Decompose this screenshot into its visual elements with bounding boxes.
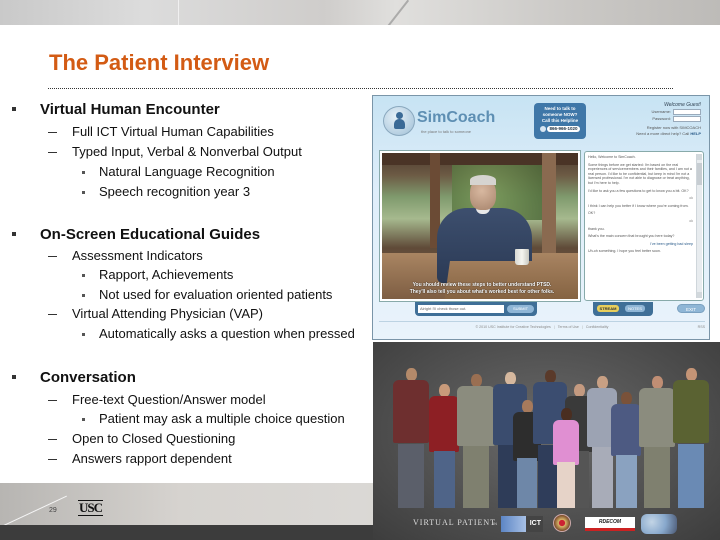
header-band (0, 0, 720, 25)
small-square-bullet-icon (82, 333, 85, 336)
chat-toolbar: STREAM NOTES (593, 302, 653, 316)
stream-button[interactable]: STREAM (597, 305, 619, 312)
help-link[interactable]: HELP (690, 131, 701, 136)
virtual-patient-characters-image: VIRTUAL PATIENT IN ICT RDECOM (373, 342, 720, 540)
chat-message: Uh-oh something. I hope you feel better … (588, 249, 661, 254)
chat-message: Hello, Welcome to SimCoach. (588, 155, 636, 159)
chat-input[interactable]: Alright I'll check those out. (418, 305, 504, 313)
character-figure (611, 392, 641, 508)
chat-message: ok (689, 218, 693, 223)
rss-link[interactable]: RSS (698, 325, 705, 329)
dash-bullet-icon (48, 132, 57, 133)
simcoach-logo: SimCoach the place to talk to someone (383, 106, 495, 141)
header-highlight (178, 0, 179, 25)
small-square-bullet-icon (82, 191, 85, 194)
logo-tagline: the place to talk to someone (421, 129, 472, 134)
helpline-number: 866-966-1020 (547, 126, 580, 132)
login-panel: Welcome Guest! Username: Password: Regis… (626, 102, 701, 137)
confidentiality-link[interactable]: Confidentiality (586, 325, 609, 329)
character-figure (393, 368, 429, 508)
tatrc-logo (641, 514, 677, 534)
title-divider (48, 88, 673, 89)
simcoach-footer: © 2010 USC Institute for Creative Techno… (475, 325, 705, 329)
small-square-bullet-icon (82, 418, 85, 421)
character-figure (553, 408, 579, 508)
small-square-bullet-icon (82, 171, 85, 174)
chat-message: OK? (588, 211, 596, 216)
sponsor-logos: VIRTUAL PATIENT IN ICT RDECOM (373, 512, 720, 536)
password-input[interactable] (673, 116, 701, 122)
virtual-human-video: You should review these steps to better … (380, 151, 580, 301)
character-figure (673, 368, 709, 508)
dash-bullet-icon (48, 256, 57, 257)
page-number: 29 (49, 507, 57, 514)
welcome-text: Welcome Guest! (664, 102, 701, 108)
scroll-down-icon[interactable] (697, 292, 702, 298)
chat-scrollbar[interactable] (696, 154, 702, 298)
simcoach-screenshot: SimCoach the place to talk to someone Ne… (372, 95, 710, 340)
logo-in-text: IN (493, 521, 497, 526)
chat-message: I think I can help you better if I know … (588, 203, 689, 208)
usc-logo: USC (78, 500, 103, 516)
character-figure (429, 384, 459, 508)
character-figure (639, 376, 675, 508)
square-bullet-icon (12, 375, 16, 379)
army-seal-logo (553, 514, 571, 532)
footer-divider (379, 321, 705, 322)
small-square-bullet-icon (82, 294, 85, 297)
chat-message: ok (689, 196, 693, 201)
helpline-box[interactable]: Need to talk to someone NOW? Call this H… (534, 103, 586, 139)
small-square-bullet-icon (82, 274, 85, 277)
scroll-thumb[interactable] (697, 163, 702, 185)
chat-transcript: Hello, Welcome to SimCoach. Some things … (584, 151, 704, 301)
exit-button[interactable]: EXIT (677, 304, 705, 313)
chat-message: I've been getting bad sleep (650, 241, 693, 246)
dash-bullet-icon (48, 152, 57, 153)
dash-bullet-icon (48, 314, 57, 315)
dash-bullet-icon (48, 459, 57, 460)
video-subtitle: You should review these steps to better … (409, 282, 555, 295)
dash-bullet-icon (48, 400, 57, 401)
chat-message: I'd like to ask you a few questions to g… (588, 188, 689, 193)
help-text: Need a more direct help? Call HELP (636, 131, 701, 136)
username-input[interactable] (673, 109, 701, 115)
coffee-mug (515, 249, 529, 265)
person-icon (394, 112, 405, 129)
terms-link[interactable]: Terms of Use (558, 325, 579, 329)
chat-message: thank you. (588, 226, 605, 231)
rdecom-logo: RDECOM (585, 517, 635, 531)
character-figure (457, 374, 495, 508)
chat-message: What's the main concern that brought you… (588, 234, 675, 239)
ict-logo: ICT (501, 516, 543, 532)
submit-button[interactable]: SUBMIT (507, 305, 534, 313)
chat-input-bar: Alright I'll check those out. SUBMIT (415, 302, 537, 316)
notes-button[interactable]: NOTES (625, 305, 645, 312)
scroll-up-icon[interactable] (697, 154, 702, 160)
virtual-patient-logo: VIRTUAL PATIENT (413, 518, 497, 527)
header-diagonal-line (382, 0, 410, 25)
square-bullet-icon (12, 232, 16, 236)
slide-title: The Patient Interview (49, 50, 270, 75)
dash-bullet-icon (48, 439, 57, 440)
chat-message: Some things before we get started: I'm b… (588, 162, 692, 185)
phone-icon (540, 125, 547, 132)
logo-name: SimCoach (417, 109, 496, 126)
square-bullet-icon (12, 107, 16, 111)
